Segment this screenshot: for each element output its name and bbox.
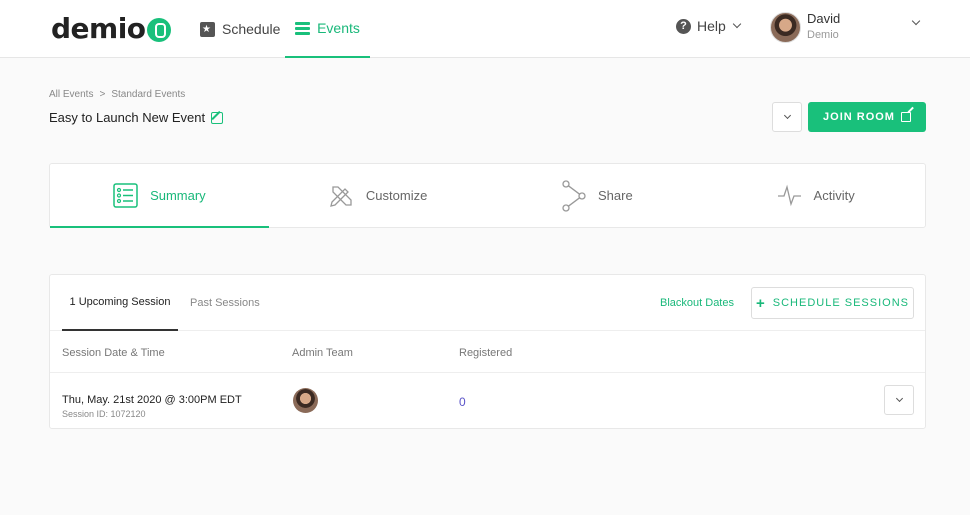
chevron-down-icon — [895, 394, 903, 402]
session-id: Session ID: 1072120 — [62, 409, 146, 419]
share-icon — [562, 179, 586, 212]
event-options-dropdown[interactable] — [772, 102, 802, 132]
summary-list-icon — [113, 183, 138, 208]
sessions-panel: 1 Upcoming Session Past Sessions Blackou… — [49, 274, 926, 429]
column-header-admin: Admin Team — [292, 347, 353, 359]
schedule-sessions-label: SCHEDULE SESSIONS — [772, 297, 909, 309]
avatar — [770, 11, 801, 43]
list-icon — [295, 21, 311, 36]
tab-customize-label: Customize — [365, 188, 428, 203]
blackout-dates-link[interactable]: Blackout Dates — [660, 297, 734, 309]
breadcrumb: All Events > Standard Events — [49, 89, 185, 100]
user-menu[interactable]: David Demio — [770, 10, 921, 44]
tab-summary[interactable]: Summary — [50, 164, 269, 228]
pencil-ruler-icon — [330, 186, 352, 207]
nav-schedule-label: Schedule — [222, 21, 281, 37]
help-menu[interactable]: ? Help — [676, 0, 742, 52]
logo-mark-icon — [146, 17, 171, 42]
admin-avatar — [293, 388, 318, 413]
breadcrumb-all-events[interactable]: All Events — [49, 89, 93, 100]
divider — [50, 372, 925, 373]
tab-share[interactable]: Share — [488, 164, 707, 227]
join-room-label: JOIN ROOM — [823, 111, 895, 123]
event-tabs: Summary Customize Share Activity — [49, 163, 926, 228]
column-header-date: Session Date & Time — [62, 347, 165, 359]
tab-past-sessions[interactable]: Past Sessions — [190, 275, 260, 331]
external-link-icon — [900, 112, 911, 122]
session-tabs: 1 Upcoming Session Past Sessions Blackou… — [50, 275, 925, 331]
tab-summary-label: Summary — [150, 188, 206, 203]
user-org: Demio — [807, 29, 839, 41]
nav-schedule[interactable]: Schedule — [200, 0, 280, 58]
tab-activity-label: Activity — [813, 188, 855, 203]
column-header-registered: Registered — [459, 347, 513, 359]
chevron-down-icon — [783, 111, 791, 119]
session-date: Thu, May. 21st 2020 @ 3:00PM EDT — [62, 394, 242, 406]
help-question-icon: ? — [676, 18, 691, 34]
demio-logo[interactable]: demio — [51, 12, 171, 45]
activity-pulse-icon — [777, 184, 801, 207]
join-room-button[interactable]: JOIN ROOM — [808, 102, 926, 132]
tab-past-label: Past Sessions — [190, 297, 260, 309]
tab-customize[interactable]: Customize — [269, 164, 488, 227]
logo-text: demio — [51, 12, 146, 45]
edit-icon[interactable] — [211, 111, 224, 124]
help-label: Help — [697, 18, 726, 34]
tab-share-label: Share — [598, 188, 633, 203]
top-nav: demio Schedule Events ? Help David Demio — [0, 0, 970, 58]
chevron-down-icon — [732, 19, 742, 29]
nav-events-label: Events — [317, 20, 360, 36]
registered-count[interactable]: 0 — [459, 395, 466, 409]
tab-upcoming-sessions[interactable]: 1 Upcoming Session — [62, 275, 178, 331]
calendar-star-icon — [200, 21, 215, 37]
breadcrumb-standard-events[interactable]: Standard Events — [111, 89, 185, 100]
breadcrumb-separator: > — [99, 89, 106, 100]
nav-events[interactable]: Events — [285, 0, 370, 58]
plus-icon: + — [756, 294, 766, 312]
schedule-sessions-button[interactable]: + SCHEDULE SESSIONS — [751, 287, 914, 319]
page-title: Easy to Launch New Event — [49, 110, 224, 125]
user-name: David — [807, 11, 841, 26]
tab-upcoming-label: 1 Upcoming Session — [69, 296, 171, 308]
session-options-dropdown[interactable] — [884, 385, 914, 415]
tab-activity[interactable]: Activity — [706, 164, 925, 227]
chevron-down-icon — [911, 16, 921, 26]
event-title: Easy to Launch New Event — [49, 110, 206, 125]
